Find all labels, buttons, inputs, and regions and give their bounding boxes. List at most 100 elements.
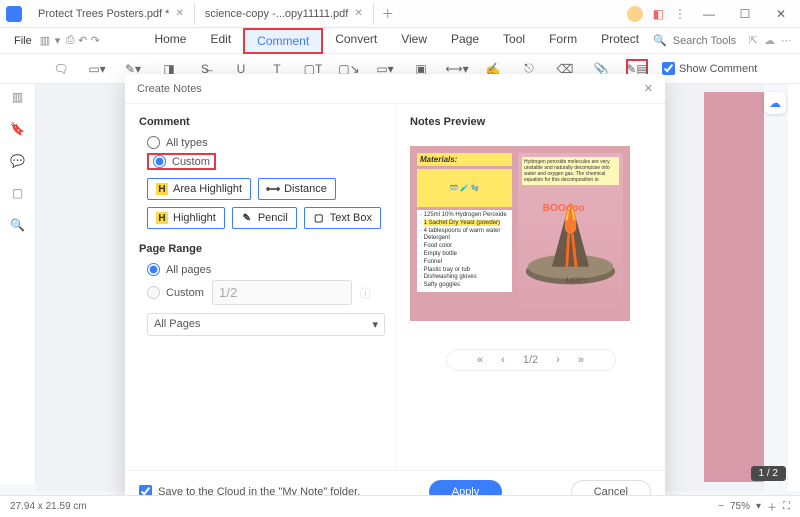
radio-label: Custom [172,156,210,168]
note-icon[interactable]: 🗨 [50,59,72,79]
pencil-icon: ✎ [241,212,253,224]
more-icon[interactable]: ⋯ [781,34,792,47]
radio-all-types[interactable]: All types [147,136,381,149]
zoom-in-icon[interactable]: ＋ [767,499,777,514]
pagerange-section-title: Page Range [139,243,381,255]
chip-distance[interactable]: ⟷Distance [258,178,336,200]
dialog-left-panel: Comment All types Custom HArea Highlight… [125,104,395,470]
cloud-sync-icon[interactable]: ☁ [764,92,786,114]
materials-list: · 125ml 10% Hydrogen Peroxide · 1 Sachet… [417,210,512,292]
radio-label: All types [166,137,208,149]
radio-custom-input[interactable] [153,155,166,168]
menu-convert[interactable]: Convert [323,28,389,54]
custom-pages-input[interactable] [212,280,352,305]
close-icon[interactable]: ✕ [644,82,653,95]
menu-view[interactable]: View [389,28,439,54]
highlight-icon[interactable]: ▭▾ [86,59,108,79]
notes-preview: Materials: 🥽 🧪 🧤 · 125ml 10% Hydrogen Pe… [410,146,630,321]
left-sidebar: ▥ 🔖 💬 ▢ 🔍 [0,84,36,484]
page-dimensions: 27.94 x 21.59 cm [10,501,87,512]
menubar: File ▥ ▾ ⎙ ↶ ↷ Home Edit Comment Convert… [0,28,800,54]
chip-pencil[interactable]: ✎ Pencil [232,207,297,229]
avatar[interactable] [627,6,643,22]
zoom-value: 75% [730,501,750,512]
page-render [704,92,764,482]
menu-page[interactable]: Page [439,28,491,54]
fit-width-icon[interactable]: ⛶ [783,501,790,512]
pages-dropdown[interactable]: All Pages ▾ [147,313,385,336]
attachment-panel-icon[interactable]: ▢ [12,186,23,200]
show-comment-toggle[interactable]: Show Comment [662,62,757,75]
radio-label: All pages [166,264,211,276]
first-page-icon[interactable]: « [477,354,483,366]
menu-form[interactable]: Form [537,28,589,54]
thumbnails-icon[interactable]: ▥ [12,90,23,104]
close-icon[interactable]: ✕ [354,8,362,19]
chip-label: Distance [284,183,327,195]
dialog-title: Create Notes [137,83,202,95]
radio-all-pages[interactable]: All pages [147,263,381,276]
zoom-dropdown-icon[interactable]: ▾ [756,501,761,512]
app-icon [6,6,22,22]
menu-home[interactable]: Home [142,28,198,54]
file-menu[interactable]: File [8,35,38,47]
radio-label: Custom [166,287,204,299]
redo-icon[interactable]: ↷ [90,32,101,50]
tab-label: Protect Trees Posters.pdf * [38,8,169,20]
preview-pager: « ‹ 1/2 › » [446,349,616,371]
menu-edit[interactable]: Edit [198,28,243,54]
minimize-button[interactable]: — [696,7,722,21]
chevron-down-icon: ▾ [372,318,378,331]
radio-all-pages-input[interactable] [147,263,160,276]
comment-section-title: Comment [139,116,381,128]
maximize-button[interactable]: ☐ [732,7,758,21]
boom-text: BOOooo [543,203,585,214]
dialog-right-panel: Notes Preview Materials: 🥽 🧪 🧤 · 125ml 1… [395,104,665,470]
tab-1[interactable]: Protect Trees Posters.pdf * ✕ [28,3,195,25]
kebab-icon[interactable]: ⋮ [674,7,686,21]
chip-label: Area Highlight [173,183,242,195]
radio-custom-pages[interactable]: Custom [147,286,204,299]
next-page-icon[interactable]: › [556,354,560,366]
close-button[interactable]: ✕ [768,7,794,21]
svg-text:4400°c: 4400°c [565,276,588,285]
radio-custom-pages-input[interactable] [147,286,160,299]
volcano-illustration: BOOooo 4400°c [524,183,617,285]
comment-panel-icon[interactable]: 💬 [10,154,25,168]
chip-area-highlight[interactable]: HArea Highlight [147,178,251,200]
save-icon[interactable]: ▾ [52,32,63,50]
add-tab-button[interactable]: ＋ [374,5,402,22]
dropdown-value: All Pages [154,318,200,331]
radio-custom[interactable]: Custom [147,153,216,170]
tab-2[interactable]: science-copy -...opy11111.pdf ✕ [195,3,374,25]
menu-protect[interactable]: Protect [589,28,651,54]
zoom-out-icon[interactable]: − [718,501,724,512]
statusbar: 27.94 x 21.59 cm − 75% ▾ ＋ ⛶ [0,495,800,517]
chip-highlight[interactable]: HHighlight [147,207,225,229]
radio-all-types-input[interactable] [147,136,160,149]
search-icon: 🔍 [653,34,667,47]
menu-comment[interactable]: Comment [243,28,323,54]
notification-icon[interactable]: ◧ [653,7,664,21]
close-icon[interactable]: ✕ [175,8,183,19]
open-icon[interactable]: ▥ [40,32,51,50]
chip-textbox[interactable]: ▢Text Box [304,207,381,229]
undo-icon[interactable]: ↶ [77,32,88,50]
search-panel-icon[interactable]: 🔍 [10,218,25,232]
preview-title: Notes Preview [410,116,651,128]
chip-label: Highlight [173,212,216,224]
prev-page-icon[interactable]: ‹ [501,354,505,366]
search-input[interactable] [673,35,743,47]
right-gutter [788,84,800,491]
textbox-icon: ▢ [313,212,325,224]
last-page-icon[interactable]: » [578,354,584,366]
chip-label: Pencil [258,212,288,224]
menu-tool[interactable]: Tool [491,28,537,54]
bookmark-icon[interactable]: 🔖 [10,122,25,136]
cloud-icon[interactable]: ☁ [764,34,775,47]
materials-image: 🥽 🧪 🧤 [417,169,512,207]
pager-value: 1/2 [523,354,538,366]
print-icon[interactable]: ⎙ [65,32,76,50]
tab-label: science-copy -...opy11111.pdf [205,8,349,20]
share-icon[interactable]: ⇱ [749,34,758,47]
